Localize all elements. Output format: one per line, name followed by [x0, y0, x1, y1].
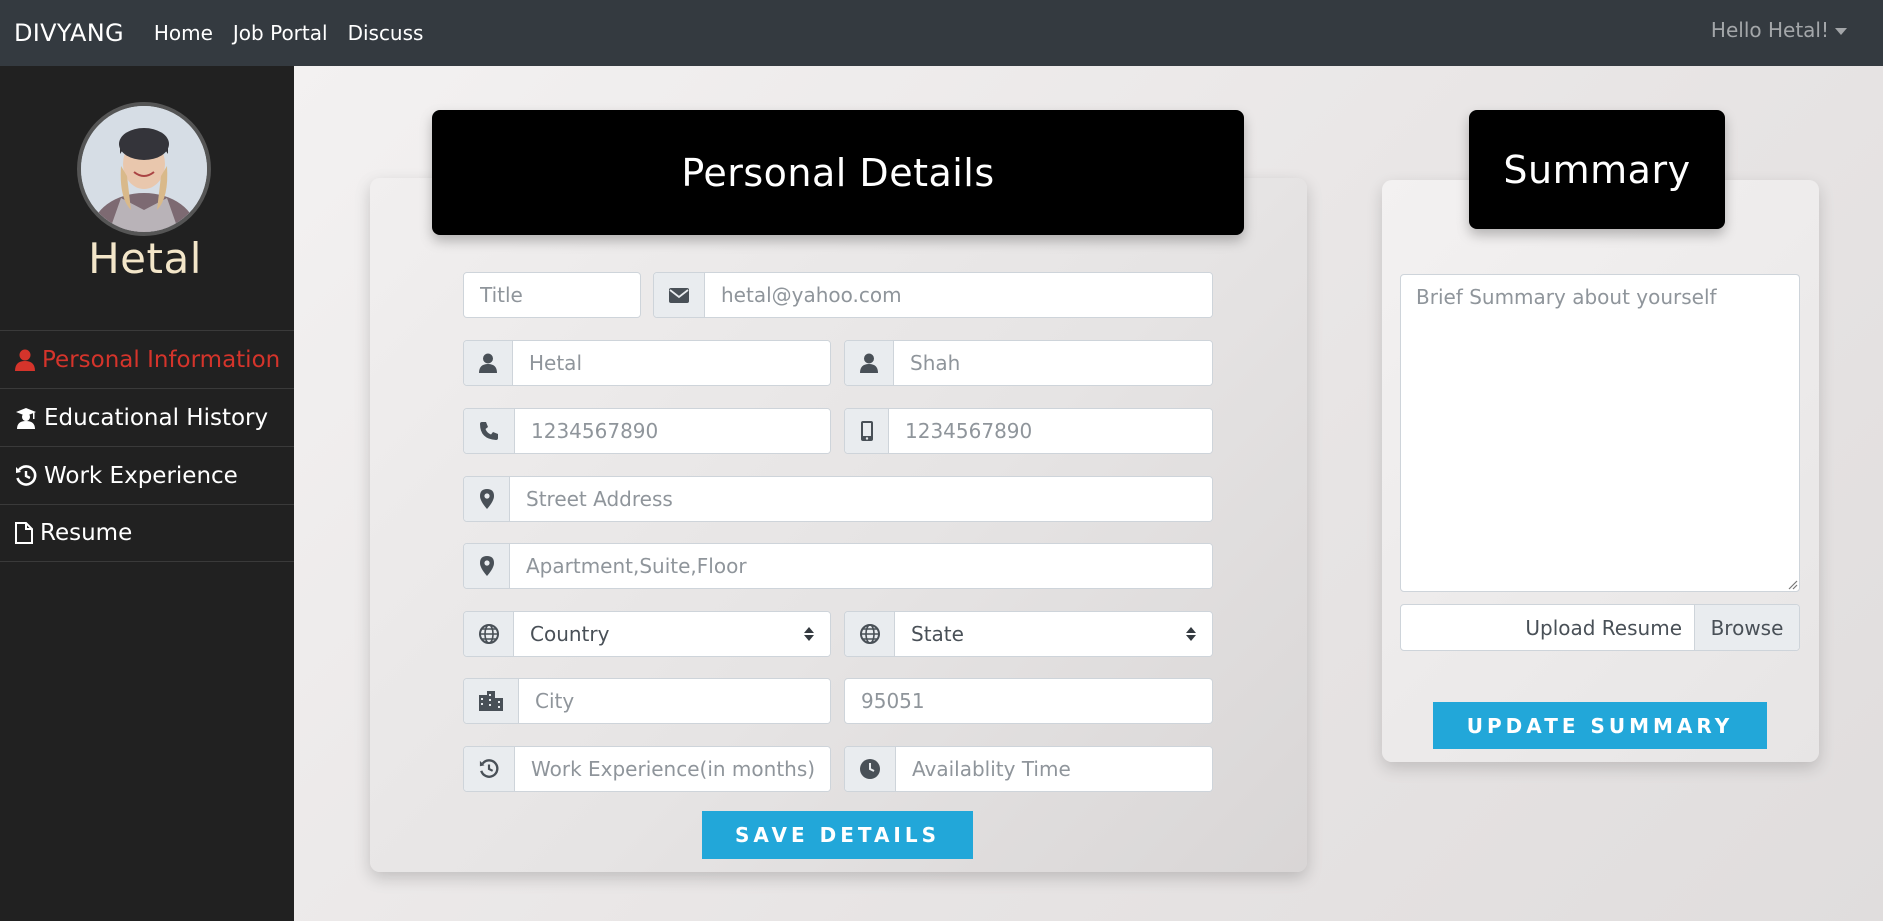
country-select[interactable]: Country: [514, 612, 830, 656]
personal-details-header: Personal Details: [432, 110, 1244, 235]
avatar: [77, 102, 211, 236]
sidebar-item-resume[interactable]: Resume: [0, 504, 294, 562]
history-icon: [16, 464, 37, 486]
caret-down-icon: [1835, 27, 1847, 35]
summary-header: Summary: [1469, 110, 1725, 229]
browse-button[interactable]: Browse: [1694, 605, 1799, 650]
country-selected-value: Country: [530, 622, 610, 646]
nav-home-link[interactable]: Home: [154, 21, 213, 45]
sidebar-item-work-experience[interactable]: Work Experience: [0, 446, 294, 504]
nav-discuss-link[interactable]: Discuss: [348, 21, 424, 45]
last-name-input[interactable]: [894, 341, 1212, 385]
phone-icon: [464, 409, 515, 453]
city-icon: [464, 679, 519, 723]
top-navbar: DIVYANG Home Job Portal Discuss Hello He…: [0, 0, 1883, 66]
globe-icon: [845, 612, 895, 656]
last-name-field: [844, 340, 1213, 386]
apartment-field: [463, 543, 1213, 589]
country-field: Country: [463, 611, 831, 657]
zip-field: [844, 678, 1213, 724]
globe-icon: [464, 612, 514, 656]
title-input[interactable]: [464, 273, 640, 317]
sidebar-item-label: Personal Information: [42, 346, 281, 373]
first-name-input[interactable]: [513, 341, 830, 385]
sidebar-menu: Personal Information Educational History…: [0, 330, 294, 562]
resize-grip-icon[interactable]: [1786, 578, 1798, 590]
street-address-field: [463, 476, 1213, 522]
sidebar-item-label: Educational History: [44, 404, 269, 431]
user-icon: [845, 341, 894, 385]
personal-details-title: Personal Details: [681, 150, 995, 195]
summary-textarea[interactable]: [1400, 274, 1800, 592]
availability-field: [844, 746, 1213, 792]
mobile-icon: [845, 409, 889, 453]
user-icon: [464, 341, 513, 385]
phone-input[interactable]: [515, 409, 830, 453]
state-field: State: [844, 611, 1213, 657]
user-icon: [15, 349, 35, 371]
sidebar: Hetal Personal Information Educational H…: [0, 66, 294, 921]
zip-input[interactable]: [845, 679, 1212, 723]
user-menu-dropdown[interactable]: Hello Hetal!: [1711, 18, 1847, 42]
file-icon: [15, 522, 33, 544]
nav-job-portal-link[interactable]: Job Portal: [233, 21, 328, 45]
sidebar-item-label: Work Experience: [44, 462, 238, 489]
save-details-button[interactable]: SAVE DETAILS: [702, 811, 973, 859]
map-marker-icon: [464, 477, 510, 521]
user-greeting: Hello Hetal!: [1710, 18, 1829, 42]
first-name-field: [463, 340, 831, 386]
availability-input[interactable]: [896, 747, 1212, 791]
summary-title: Summary: [1503, 147, 1691, 192]
select-arrows-icon: [1186, 627, 1196, 641]
email-field: [653, 272, 1213, 318]
clock-icon: [845, 747, 896, 791]
graduate-icon: [16, 407, 36, 429]
upload-resume-label[interactable]: Upload Resume: [1401, 605, 1694, 650]
phone-field: [463, 408, 831, 454]
brand-logo[interactable]: DIVYANG: [14, 19, 124, 47]
street-address-input[interactable]: [510, 477, 1212, 521]
state-selected-value: State: [911, 622, 964, 646]
sidebar-item-educational-history[interactable]: Educational History: [0, 388, 294, 446]
envelope-icon: [654, 273, 705, 317]
sidebar-user-name: Hetal: [88, 234, 202, 283]
mobile-input[interactable]: [889, 409, 1212, 453]
city-field: [463, 678, 831, 724]
title-field: [463, 272, 641, 318]
state-select[interactable]: State: [895, 612, 1212, 656]
work-experience-input[interactable]: [515, 747, 830, 791]
apartment-input[interactable]: [510, 544, 1212, 588]
email-input[interactable]: [705, 273, 1212, 317]
update-summary-button[interactable]: UPDATE SUMMARY: [1433, 702, 1767, 749]
history-icon: [464, 747, 515, 791]
mobile-field: [844, 408, 1213, 454]
sidebar-item-personal-information[interactable]: Personal Information: [0, 330, 294, 388]
work-experience-field: [463, 746, 831, 792]
sidebar-item-label: Resume: [40, 520, 133, 546]
map-marker-icon: [464, 544, 510, 588]
resume-upload[interactable]: Upload Resume Browse: [1400, 604, 1800, 651]
select-arrows-icon: [804, 627, 814, 641]
city-input[interactable]: [519, 679, 830, 723]
